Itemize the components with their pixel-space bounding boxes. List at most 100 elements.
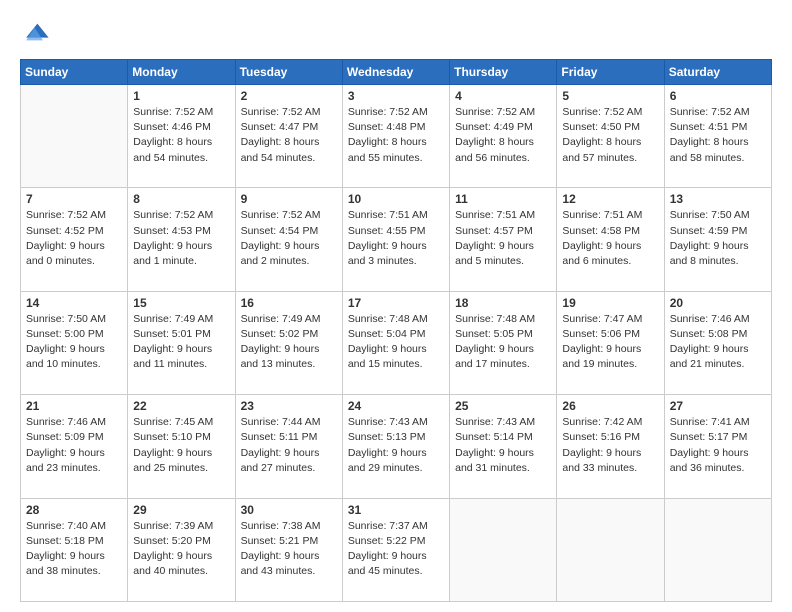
day-info: Sunrise: 7:45 AMSunset: 5:10 PMDaylight:… [133, 415, 229, 476]
calendar-cell: 14Sunrise: 7:50 AMSunset: 5:00 PMDayligh… [21, 291, 128, 394]
calendar-cell: 19Sunrise: 7:47 AMSunset: 5:06 PMDayligh… [557, 291, 664, 394]
weekday-saturday: Saturday [664, 60, 771, 85]
day-number: 27 [670, 399, 766, 413]
calendar-cell: 16 Sunrise: 7:49 AMSunset: 5:02 PMDayligh… [235, 291, 342, 394]
day-info: Sunrise: 7:52 AMSunset: 4:53 PMDaylight:… [133, 208, 229, 269]
day-info: Sunrise: 7:37 AMSunset: 5:22 PMDaylight:… [348, 519, 444, 580]
calendar-cell: 29 Sunrise: 7:39 AMSunset: 5:20 PMDayligh… [128, 498, 235, 601]
day-number: 12 [562, 192, 658, 206]
day-number: 13 [670, 192, 766, 206]
logo [20, 18, 50, 51]
day-info: Sunrise: 7:50 AMSunset: 5:00 PMDaylight:… [26, 312, 122, 373]
day-info: Sunrise: 7:52 AMSunset: 4:46 PMDaylight:… [133, 105, 229, 166]
day-info: Sunrise: 7:39 AMSunset: 5:20 PMDaylight:… [133, 519, 229, 580]
day-info: Sunrise: 7:52 AMSunset: 4:49 PMDaylight:… [455, 105, 551, 166]
day-info: Sunrise: 7:52 AMSunset: 4:48 PMDaylight:… [348, 105, 444, 166]
day-number: 16 [241, 296, 337, 310]
day-number: 30 [241, 503, 337, 517]
day-info: Sunrise: 7:44 AMSunset: 5:11 PMDaylight:… [241, 415, 337, 476]
day-number: 10 [348, 192, 444, 206]
calendar-cell: 7 Sunrise: 7:52 AMSunset: 4:52 PMDaylight… [21, 188, 128, 291]
calendar-cell: 15Sunrise: 7:49 AMSunset: 5:01 PMDayligh… [128, 291, 235, 394]
calendar-cell: 18Sunrise: 7:48 AMSunset: 5:05 PMDayligh… [450, 291, 557, 394]
calendar-cell: 8 Sunrise: 7:52 AMSunset: 4:53 PMDaylight… [128, 188, 235, 291]
calendar-page: SundayMondayTuesdayWednesdayThursdayFrid… [0, 0, 792, 612]
day-number: 7 [26, 192, 122, 206]
weekday-wednesday: Wednesday [342, 60, 449, 85]
calendar-cell: 31 Sunrise: 7:37 AMSunset: 5:22 PMDayligh… [342, 498, 449, 601]
day-info: Sunrise: 7:52 AMSunset: 4:50 PMDaylight:… [562, 105, 658, 166]
day-number: 31 [348, 503, 444, 517]
day-number: 11 [455, 192, 551, 206]
day-info: Sunrise: 7:48 AMSunset: 5:05 PMDaylight:… [455, 312, 551, 373]
day-number: 1 [133, 89, 229, 103]
calendar-cell: 28 Sunrise: 7:40 AMSunset: 5:18 PMDayligh… [21, 498, 128, 601]
calendar-cell: 25Sunrise: 7:43 AMSunset: 5:14 PMDayligh… [450, 395, 557, 498]
day-info: Sunrise: 7:41 AMSunset: 5:17 PMDaylight:… [670, 415, 766, 476]
day-number: 26 [562, 399, 658, 413]
day-number: 6 [670, 89, 766, 103]
calendar-cell: 13 Sunrise: 7:50 AMSunset: 4:59 PMDayligh… [664, 188, 771, 291]
day-number: 28 [26, 503, 122, 517]
calendar-cell: 12Sunrise: 7:51 AMSunset: 4:58 PMDayligh… [557, 188, 664, 291]
calendar-cell: 27 Sunrise: 7:41 AMSunset: 5:17 PMDayligh… [664, 395, 771, 498]
day-number: 23 [241, 399, 337, 413]
day-number: 2 [241, 89, 337, 103]
day-info: Sunrise: 7:49 AMSunset: 5:02 PMDaylight:… [241, 312, 337, 373]
day-info: Sunrise: 7:46 AMSunset: 5:08 PMDaylight:… [670, 312, 766, 373]
day-number: 8 [133, 192, 229, 206]
day-info: Sunrise: 7:47 AMSunset: 5:06 PMDaylight:… [562, 312, 658, 373]
week-row-2: 7 Sunrise: 7:52 AMSunset: 4:52 PMDaylight… [21, 188, 772, 291]
day-info: Sunrise: 7:51 AMSunset: 4:57 PMDaylight:… [455, 208, 551, 269]
calendar-cell: 24Sunrise: 7:43 AMSunset: 5:13 PMDayligh… [342, 395, 449, 498]
calendar-cell: 6 Sunrise: 7:52 AMSunset: 4:51 PMDaylight… [664, 85, 771, 188]
calendar-cell: 10Sunrise: 7:51 AMSunset: 4:55 PMDayligh… [342, 188, 449, 291]
day-number: 29 [133, 503, 229, 517]
calendar-cell: 9Sunrise: 7:52 AMSunset: 4:54 PMDaylight… [235, 188, 342, 291]
calendar-cell [21, 85, 128, 188]
calendar-cell [450, 498, 557, 601]
weekday-thursday: Thursday [450, 60, 557, 85]
day-number: 17 [348, 296, 444, 310]
header [20, 18, 772, 51]
calendar-cell: 20 Sunrise: 7:46 AMSunset: 5:08 PMDayligh… [664, 291, 771, 394]
calendar-cell: 2 Sunrise: 7:52 AMSunset: 4:47 PMDaylight… [235, 85, 342, 188]
day-info: Sunrise: 7:43 AMSunset: 5:14 PMDaylight:… [455, 415, 551, 476]
calendar-cell: 5 Sunrise: 7:52 AMSunset: 4:50 PMDaylight… [557, 85, 664, 188]
calendar-cell: 4 Sunrise: 7:52 AMSunset: 4:49 PMDaylight… [450, 85, 557, 188]
day-info: Sunrise: 7:48 AMSunset: 5:04 PMDaylight:… [348, 312, 444, 373]
weekday-sunday: Sunday [21, 60, 128, 85]
weekday-friday: Friday [557, 60, 664, 85]
day-number: 5 [562, 89, 658, 103]
day-info: Sunrise: 7:52 AMSunset: 4:47 PMDaylight:… [241, 105, 337, 166]
calendar-cell: 21 Sunrise: 7:46 AMSunset: 5:09 PMDayligh… [21, 395, 128, 498]
calendar-cell: 30Sunrise: 7:38 AMSunset: 5:21 PMDayligh… [235, 498, 342, 601]
day-info: Sunrise: 7:49 AMSunset: 5:01 PMDaylight:… [133, 312, 229, 373]
calendar-cell: 11 Sunrise: 7:51 AMSunset: 4:57 PMDayligh… [450, 188, 557, 291]
day-number: 21 [26, 399, 122, 413]
weekday-monday: Monday [128, 60, 235, 85]
weekday-header-row: SundayMondayTuesdayWednesdayThursdayFrid… [21, 60, 772, 85]
day-number: 24 [348, 399, 444, 413]
day-number: 20 [670, 296, 766, 310]
calendar-cell: 22 Sunrise: 7:45 AMSunset: 5:10 PMDayligh… [128, 395, 235, 498]
week-row-4: 21 Sunrise: 7:46 AMSunset: 5:09 PMDayligh… [21, 395, 772, 498]
day-info: Sunrise: 7:40 AMSunset: 5:18 PMDaylight:… [26, 519, 122, 580]
day-number: 9 [241, 192, 337, 206]
day-number: 22 [133, 399, 229, 413]
calendar-cell: 26Sunrise: 7:42 AMSunset: 5:16 PMDayligh… [557, 395, 664, 498]
calendar-cell: 17 Sunrise: 7:48 AMSunset: 5:04 PMDayligh… [342, 291, 449, 394]
calendar-cell: 23 Sunrise: 7:44 AMSunset: 5:11 PMDayligh… [235, 395, 342, 498]
calendar-cell: 1 Sunrise: 7:52 AMSunset: 4:46 PMDaylight… [128, 85, 235, 188]
calendar-table: SundayMondayTuesdayWednesdayThursdayFrid… [20, 59, 772, 602]
logo-icon [22, 18, 50, 46]
day-number: 4 [455, 89, 551, 103]
week-row-1: 1 Sunrise: 7:52 AMSunset: 4:46 PMDaylight… [21, 85, 772, 188]
day-number: 3 [348, 89, 444, 103]
day-info: Sunrise: 7:50 AMSunset: 4:59 PMDaylight:… [670, 208, 766, 269]
day-info: Sunrise: 7:46 AMSunset: 5:09 PMDaylight:… [26, 415, 122, 476]
day-info: Sunrise: 7:52 AMSunset: 4:51 PMDaylight:… [670, 105, 766, 166]
day-info: Sunrise: 7:52 AMSunset: 4:52 PMDaylight:… [26, 208, 122, 269]
weekday-tuesday: Tuesday [235, 60, 342, 85]
calendar-cell: 3 Sunrise: 7:52 AMSunset: 4:48 PMDaylight… [342, 85, 449, 188]
